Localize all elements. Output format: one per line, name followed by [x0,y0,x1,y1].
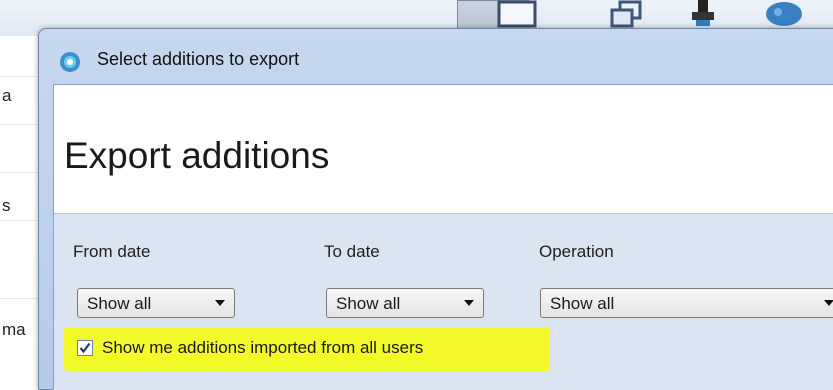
dialog-title: Select additions to export [97,49,300,69]
dialog-titlebar[interactable]: Select additions to export [39,29,833,89]
show-all-users-label[interactable]: Show me additions imported from all user… [102,338,423,358]
from-date-select[interactable]: Show all [77,288,235,318]
to-date-label: To date [324,242,380,261]
dialog-content: Export additions From date To date Opera… [53,84,833,390]
checkmark-icon [79,342,91,354]
to-date-value: Show all [336,294,401,313]
chevron-down-icon [464,300,474,306]
show-all-users-checkbox[interactable] [77,340,93,356]
operation-value: Show all [550,294,615,313]
background-list-item: a [2,86,12,105]
background-list-item: ma [2,320,26,339]
background-list-item: s [2,196,11,215]
page-title: Export additions [64,135,330,176]
from-date-label: From date [73,242,151,261]
to-date-select[interactable]: Show all [326,288,484,318]
from-date-value: Show all [87,294,152,313]
export-dialog: Select additions to export Export additi… [38,28,833,390]
operation-label: Operation [539,242,614,261]
dialog-header: Export additions [54,85,833,214]
app-icon [59,51,81,73]
chevron-down-icon [215,300,225,306]
chevron-down-icon [824,300,833,306]
operation-select[interactable]: Show all [540,288,833,318]
